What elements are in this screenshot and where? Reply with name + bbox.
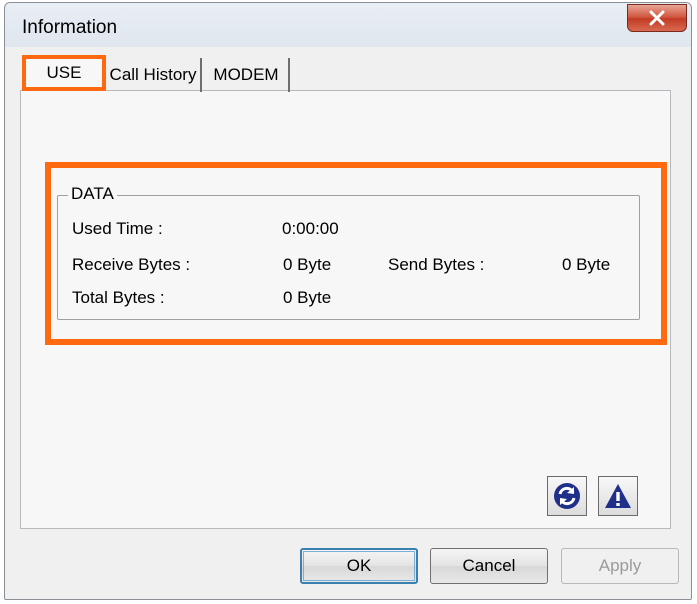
window-title: Information [22,17,118,38]
send-bytes-label: Send Bytes : [388,255,485,274]
tab-modem[interactable]: MODEM [204,58,290,92]
apply-button[interactable]: Apply [561,548,679,584]
close-button[interactable] [627,4,687,32]
cancel-button[interactable]: Cancel [430,548,548,584]
send-bytes-value: 0 Byte [562,255,611,274]
title-bar: Information [5,3,691,47]
receive-bytes-label: Receive Bytes : [72,255,191,274]
refresh-icon [554,483,580,509]
tab-call-history[interactable]: Call History [106,58,202,92]
ok-button[interactable]: OK [300,548,418,584]
receive-bytes-value: 0 Byte [283,255,332,274]
used-time-label: Used Time : [72,219,163,238]
tab-use[interactable]: USE [22,55,106,91]
close-icon [649,10,665,26]
total-bytes-value: 0 Byte [283,288,332,307]
alert-icon [605,484,631,508]
total-bytes-label: Total Bytes : [72,288,165,307]
refresh-button[interactable] [547,476,587,516]
alert-button[interactable] [598,476,638,516]
data-group-title: DATA [68,184,117,204]
used-time-value: 0:00:00 [282,219,339,238]
